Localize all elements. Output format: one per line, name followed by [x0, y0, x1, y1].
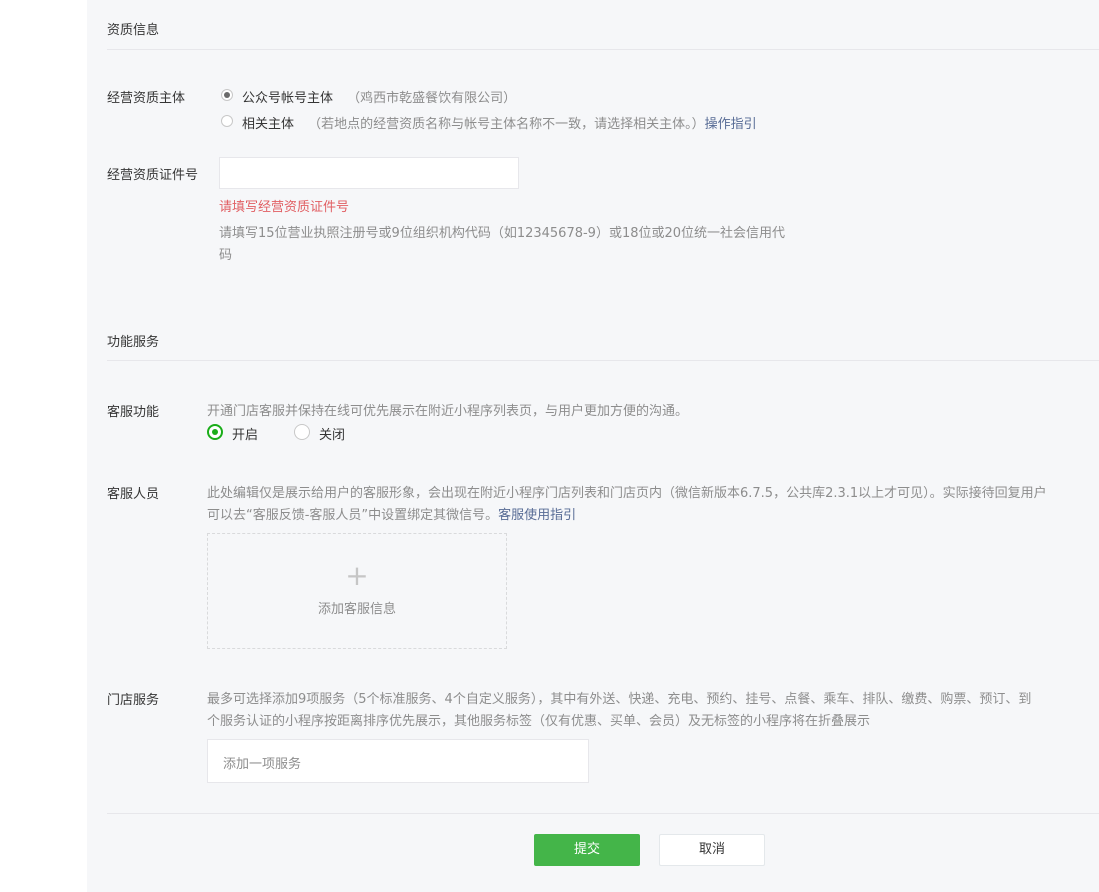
- add-cs-staff-text: 添加客服信息: [317, 602, 396, 617]
- store-service-desc-line1: 最多可选择添加9项服务（5个标准服务、4个自定义服务），其中有外送、快递、充电、…: [207, 692, 1032, 707]
- operation-guide-link[interactable]: 操作指引: [705, 117, 757, 132]
- account-subject-note: （鸡西市乾盛餐饮有限公司）: [347, 91, 517, 106]
- option-related-subject-label[interactable]: 相关主体 （若地点的经营资质名称与帐号主体名称不一致，请选择相关主体。）操作指引: [242, 113, 757, 132]
- cert-error-text: 请填写经营资质证件号: [219, 200, 350, 215]
- radio-cs-on[interactable]: [207, 424, 223, 440]
- cs-on-label[interactable]: 开启: [232, 424, 258, 443]
- cs-staff-desc-text: 可以去“客服反馈-客服人员”中设置绑定其微信号。: [207, 508, 499, 523]
- cert-number-label: 经营资质证件号: [107, 168, 199, 183]
- store-service-desc-line2: 个服务认证的小程序按距离排序优先展示，其他服务标签（仅有优惠、买单、会员）及无标…: [207, 714, 871, 729]
- cs-off-label[interactable]: 关闭: [319, 424, 345, 443]
- services-section-title: 功能服务: [107, 335, 160, 350]
- cs-staff-desc-line1: 此处编辑仅是展示给用户的客服形象，会出现在附近小程序门店列表和门店页内（微信新版…: [207, 486, 1047, 501]
- radio-cs-off[interactable]: [294, 424, 310, 440]
- left-blank-column: [0, 0, 87, 892]
- section-divider: [107, 360, 1099, 361]
- radio-account-subject[interactable]: [221, 89, 233, 101]
- related-subject-text: 相关主体: [242, 117, 295, 132]
- store-service-label: 门店服务: [107, 693, 160, 708]
- qualification-section-title: 资质信息: [107, 23, 160, 38]
- cs-guide-link[interactable]: 客服使用指引: [498, 508, 576, 523]
- account-subject-text: 公众号帐号主体: [242, 91, 334, 106]
- cert-hint-line2: 码: [219, 248, 233, 263]
- add-store-service-input[interactable]: 添加一项服务: [207, 739, 589, 783]
- cs-staff-label: 客服人员: [107, 487, 160, 502]
- section-divider: [107, 49, 1099, 50]
- related-subject-note: （若地点的经营资质名称与帐号主体名称不一致，请选择相关主体。）: [308, 117, 705, 132]
- subject-label: 经营资质主体: [107, 91, 186, 106]
- cs-function-desc: 开通门店客服并保持在线可优先展示在附近小程序列表页，与用户更加方便的沟通。: [207, 404, 689, 419]
- cancel-button[interactable]: 取消: [659, 834, 765, 866]
- cs-staff-desc-line2: 可以去“客服反馈-客服人员”中设置绑定其微信号。客服使用指引: [207, 504, 576, 523]
- form-panel: 资质信息 经营资质主体 公众号帐号主体 （鸡西市乾盛餐饮有限公司） 相关主体 （…: [87, 0, 1099, 892]
- cert-number-input[interactable]: [219, 157, 519, 189]
- plus-icon: +: [345, 559, 369, 592]
- option-account-subject-label[interactable]: 公众号帐号主体 （鸡西市乾盛餐饮有限公司）: [242, 87, 516, 106]
- cert-hint-line1: 请填写15位营业执照注册号或9位组织机构代码（如12345678-9）或18位或…: [219, 226, 786, 241]
- add-cs-staff-card[interactable]: + 添加客服信息: [207, 533, 507, 649]
- submit-button[interactable]: 提交: [534, 834, 640, 866]
- footer-divider: [107, 813, 1099, 814]
- cs-function-label: 客服功能: [107, 405, 160, 420]
- radio-related-subject[interactable]: [221, 115, 233, 127]
- add-store-service-placeholder: 添加一项服务: [223, 757, 302, 772]
